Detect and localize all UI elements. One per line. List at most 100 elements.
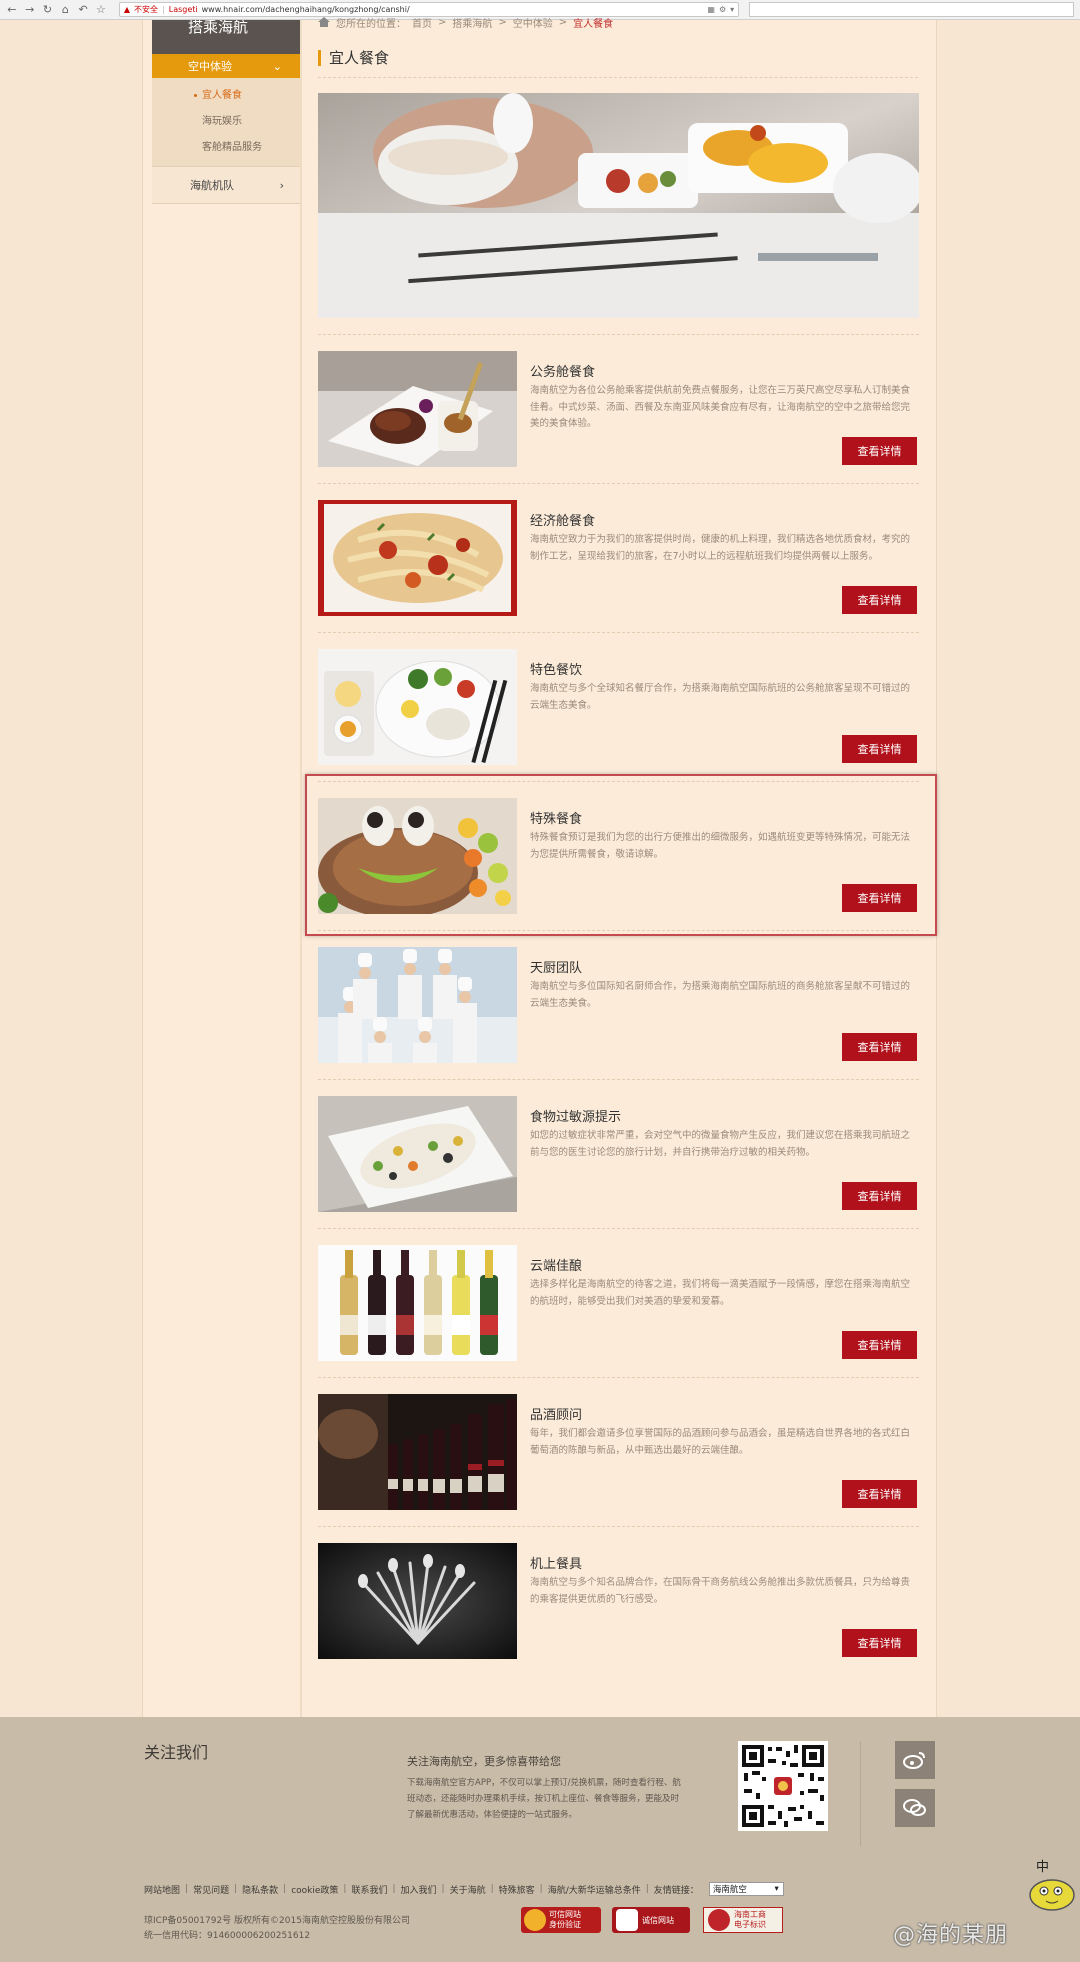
footer-link-privacy[interactable]: 隐私条款 bbox=[242, 1883, 278, 1896]
weibo-icon[interactable] bbox=[895, 1741, 935, 1779]
undo-icon[interactable]: ↶ bbox=[77, 3, 89, 16]
footer-link-contact[interactable]: 联系我们 bbox=[351, 1883, 387, 1896]
address-bar[interactable]: ▲ 不安全 | Lasgeti www.hnair.com/dachenghai… bbox=[118, 2, 740, 17]
footer-divider bbox=[860, 1741, 861, 1846]
item-description: 海南航空为各位公务舱乘客提供航前免费点餐服务，让您在三万英尺高空尽享私人订制美食… bbox=[530, 385, 911, 429]
footer-heading: 关注海南航空，更多惊喜带给您 bbox=[407, 1755, 561, 1768]
item-title[interactable]: 经济舱餐食 bbox=[530, 510, 595, 529]
item-description: 如您的过敏症状非常严重，会对空气中的微量食物产生反应，我们建议您在搭乘我司航班之… bbox=[530, 1130, 911, 1158]
item-image[interactable] bbox=[318, 351, 517, 467]
item-description: 海南航空与多个全球知名餐厅合作，为搭乘海南航空国际航班的公务舱旅客呈现不可错过的… bbox=[530, 683, 911, 711]
item-description: 海南航空致力于为我们的旅客提供时尚，健康的机上料理，我们精选各地优质食材，考究的… bbox=[530, 534, 911, 562]
footer-link-sitemap[interactable]: 网站地图 bbox=[144, 1883, 180, 1896]
divider bbox=[318, 1526, 919, 1527]
reload-icon[interactable]: ↻ bbox=[42, 3, 54, 16]
dropdown-arrow-icon: ▾ bbox=[774, 1884, 779, 1894]
item-title[interactable]: 云端佳酿 bbox=[530, 1255, 582, 1274]
back-icon[interactable]: ← bbox=[6, 3, 18, 16]
divider bbox=[318, 632, 919, 633]
hero-image bbox=[318, 93, 919, 318]
footer-link-join[interactable]: 加入我们 bbox=[401, 1883, 437, 1896]
item-image[interactable] bbox=[318, 500, 517, 616]
list-item: 机上餐具 海南航空与多个知名品牌合作，在国际骨干商务航线公务舱推出多款优质餐具，… bbox=[318, 1543, 919, 1659]
sidebar-item-air-experience[interactable]: 空中体验 ⌄ bbox=[152, 54, 300, 78]
sidebar-item-fleet[interactable]: 海航机队 › bbox=[152, 166, 300, 204]
item-image[interactable] bbox=[318, 1245, 517, 1361]
integrity-site-badge[interactable]: 诚信网站 bbox=[612, 1907, 690, 1933]
bookmark-star-icon[interactable]: ☆ bbox=[95, 3, 107, 16]
list-item: 特色餐饮 海南航空与多个全球知名餐厅合作，为搭乘海南航空国际航班的公务舱旅客呈现… bbox=[318, 649, 919, 765]
dropdown-icon[interactable]: ▾ bbox=[730, 5, 734, 14]
footer-link-about[interactable]: 关于海航 bbox=[450, 1883, 486, 1896]
item-image[interactable] bbox=[318, 947, 517, 1063]
sidebar-subitem-entertainment[interactable]: 海玩娱乐 bbox=[152, 109, 300, 135]
view-details-button[interactable]: 查看详情 bbox=[842, 1182, 917, 1210]
list-item: 天厨团队 海南航空与多位国际知名厨师合作，为搭乘海南航空国际航班的商务舱旅客呈献… bbox=[318, 947, 919, 1063]
view-details-button[interactable]: 查看详情 bbox=[842, 735, 917, 763]
item-title[interactable]: 特色餐饮 bbox=[530, 659, 582, 678]
footer-description: 下载海南航空官方APP，不仅可以掌上预订/兑换机票，随时查看行程、航班动态，还能… bbox=[407, 1778, 681, 1820]
watermark: @海的某朋 bbox=[893, 1923, 1009, 1948]
url-text[interactable]: www.hnair.com/dachenghaihang/kongzhong/c… bbox=[202, 5, 704, 14]
divider bbox=[318, 334, 919, 335]
view-details-button[interactable]: 查看详情 bbox=[842, 586, 917, 614]
breadcrumb-level1[interactable]: 搭乘海航 bbox=[452, 16, 492, 29]
wechat-icon[interactable] bbox=[895, 1789, 935, 1827]
item-title[interactable]: 公务舱餐食 bbox=[530, 361, 595, 380]
divider bbox=[318, 1377, 919, 1378]
breadcrumb: 您所在的位置： 首页 > 搭乘海航 > 空中体验 > 宜人餐食 bbox=[318, 16, 613, 28]
highlight-frame bbox=[305, 774, 937, 936]
mascot-icon: 中 bbox=[1026, 1857, 1078, 1916]
sidebar-header: 搭乘海航 bbox=[152, 20, 300, 54]
item-title[interactable]: 天厨团队 bbox=[530, 957, 582, 976]
commerce-badge[interactable]: 海南工商 电子标识 bbox=[703, 1907, 783, 1933]
extension-icon[interactable]: ⚙ bbox=[719, 5, 726, 14]
forward-icon[interactable]: → bbox=[24, 3, 36, 16]
divider bbox=[318, 930, 919, 931]
badge-seal-icon bbox=[524, 1909, 546, 1931]
home-icon[interactable]: ⌂ bbox=[59, 3, 71, 16]
item-image[interactable] bbox=[318, 649, 517, 765]
view-details-button[interactable]: 查看详情 bbox=[842, 1331, 917, 1359]
list-item: 云端佳酿 选择多样化是海南航空的待客之道，我们将每一滴美酒赋予一段情感，摩您在搭… bbox=[318, 1245, 919, 1361]
item-description: 每年，我们都会邀请多位享誉国际的品酒顾问参与品酒会，虽是精选自世界各地的各式红白… bbox=[530, 1428, 911, 1456]
view-details-button[interactable]: 查看详情 bbox=[842, 1033, 917, 1061]
trusted-site-badge[interactable]: 可信网站 身份验证 bbox=[521, 1907, 601, 1933]
friend-links-select[interactable]: 海南航空 ▾ bbox=[708, 1882, 784, 1896]
sidebar-submenu: 宜人餐食 海玩娱乐 客舱精品服务 bbox=[152, 78, 300, 166]
badge-logo-icon bbox=[616, 1909, 638, 1931]
qr-icon[interactable]: ▦ bbox=[707, 5, 715, 14]
item-image[interactable] bbox=[318, 1543, 517, 1659]
view-details-button[interactable]: 查看详情 bbox=[842, 1629, 917, 1657]
sidebar-subitem-meals[interactable]: 宜人餐食 bbox=[152, 83, 300, 109]
item-description: 选择多样化是海南航空的待客之道，我们将每一滴美酒赋予一段情感，摩您在搭乘海南航空… bbox=[530, 1279, 911, 1307]
footer-link-cookie[interactable]: cookie政策 bbox=[291, 1883, 338, 1896]
home-icon bbox=[318, 17, 330, 27]
item-title[interactable]: 食物过敏源提示 bbox=[530, 1106, 621, 1125]
divider bbox=[318, 483, 919, 484]
sidebar-subitem-cabin-service[interactable]: 客舱精品服务 bbox=[152, 135, 300, 161]
item-image[interactable] bbox=[318, 1394, 517, 1510]
url-tag: Lasgeti bbox=[168, 5, 198, 14]
footer-link-special[interactable]: 特殊旅客 bbox=[499, 1883, 535, 1896]
browser-search-input[interactable] bbox=[749, 2, 1075, 17]
sidebar: 搭乘海航 空中体验 ⌄ 宜人餐食 海玩娱乐 客舱精品服务 海航机队 › bbox=[152, 20, 300, 204]
page-title: 宜人餐食 bbox=[318, 50, 389, 66]
list-item: 食物过敏源提示 如您的过敏症状非常严重，会对空气中的微量食物产生反应，我们建议您… bbox=[318, 1096, 919, 1212]
breadcrumb-home[interactable]: 首页 bbox=[412, 16, 432, 29]
breadcrumb-level2[interactable]: 空中体验 bbox=[513, 16, 553, 29]
bullet-icon bbox=[194, 93, 197, 97]
breadcrumb-current: 宜人餐食 bbox=[573, 18, 614, 29]
divider bbox=[318, 1079, 919, 1080]
item-title[interactable]: 机上餐具 bbox=[530, 1553, 582, 1572]
item-title[interactable]: 品酒顾问 bbox=[530, 1404, 582, 1423]
qr-code-icon bbox=[738, 1741, 828, 1831]
item-description: 海南航空与多位国际知名厨师合作，为搭乘海南航空国际航班的商务舱旅客呈献不可错过的… bbox=[530, 981, 911, 1009]
view-details-button[interactable]: 查看详情 bbox=[842, 437, 917, 465]
copyright: 琼ICP备05001792号 版权所有©2015海南航空控股股份有限公司 统一信… bbox=[144, 1916, 410, 1941]
item-image[interactable] bbox=[318, 1096, 517, 1212]
footer-link-terms[interactable]: 海航/大新华运输总条件 bbox=[548, 1883, 641, 1896]
footer-link-faq[interactable]: 常见问题 bbox=[193, 1883, 229, 1896]
item-description: 海南航空与多个知名品牌合作，在国际骨干商务航线公务舱推出多款优质餐具，只为给尊贵… bbox=[530, 1577, 911, 1605]
view-details-button[interactable]: 查看详情 bbox=[842, 1480, 917, 1508]
